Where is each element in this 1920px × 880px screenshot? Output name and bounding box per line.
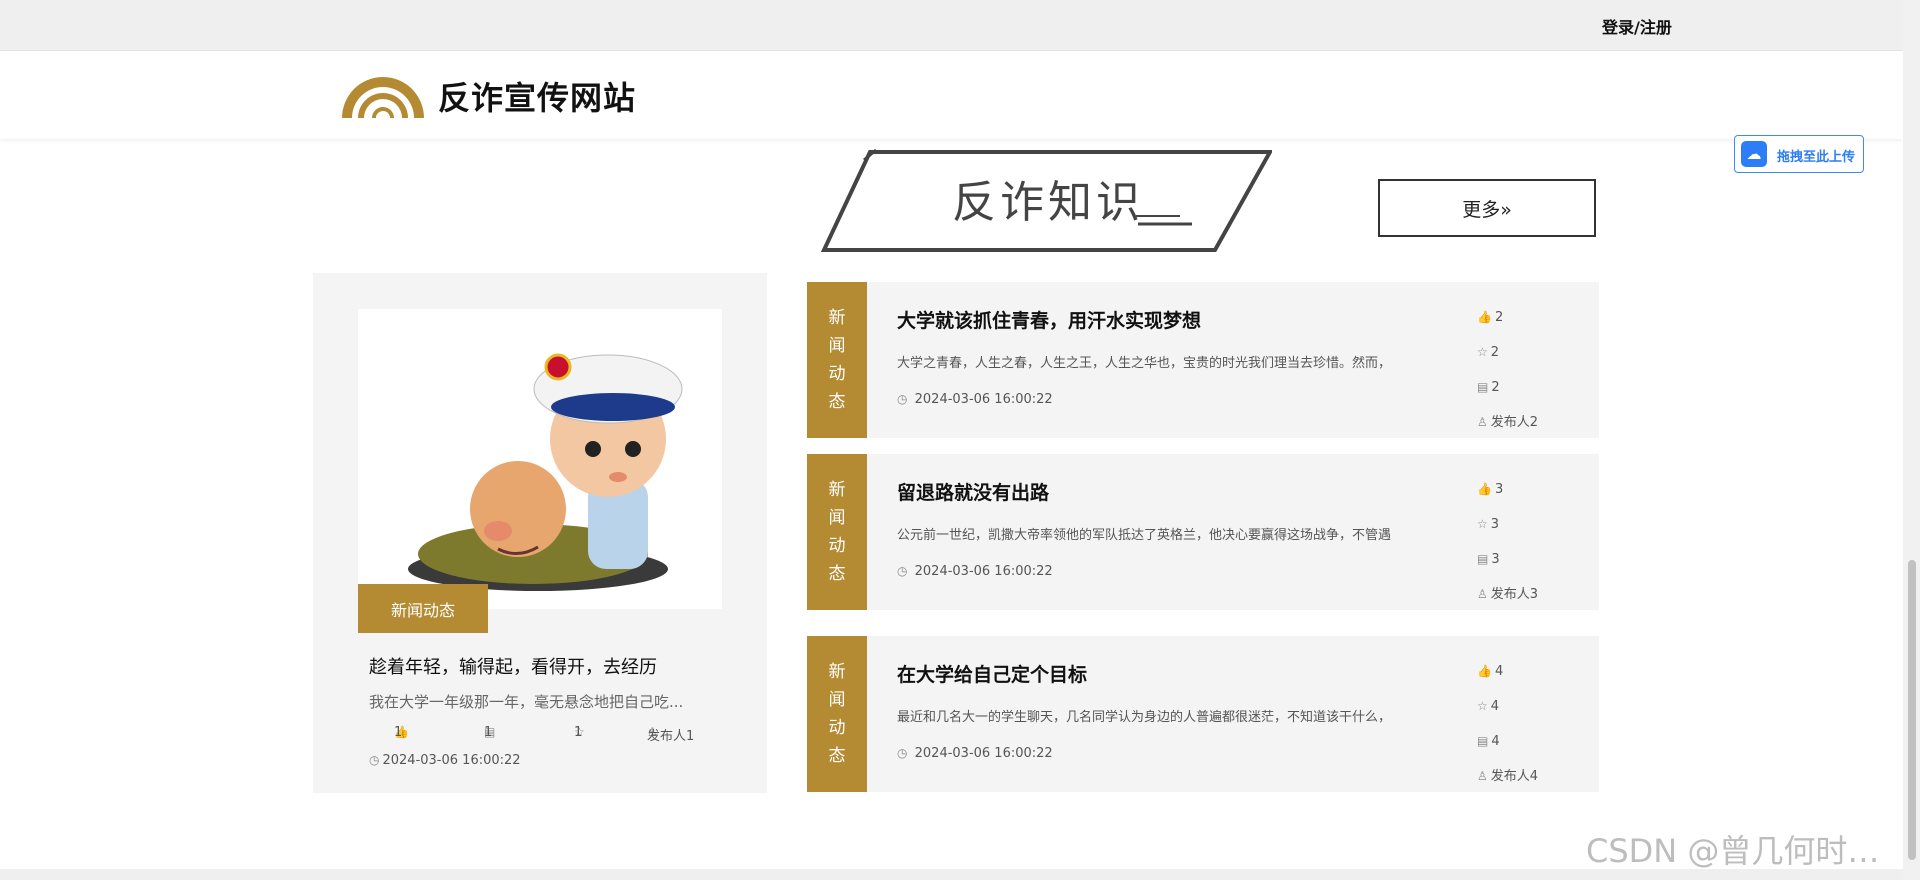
drag-upload-button[interactable]: ☁ 拖拽至此上传 [1734,135,1864,173]
article-card[interactable]: 新 闻 动 态 在大学给自己定个目标 最近和几名大一的学生聊天，几名同学认为身边… [807,636,1599,792]
article-comments: ▤ 4 [1477,724,1538,759]
article-likes: 👍 4 [1477,654,1538,689]
article-summary: 大学之青春，人生之春，人生之王，人生之华也，宝贵的时光我们理当去珍惜。然而， [897,356,1392,371]
site-logo-icon [342,77,424,118]
article-summary: 最近和几名大一的学生聊天，几名同学认为身边的人普遍都很迷茫，不知道该干什么， [897,710,1392,725]
article-stats: 👍 3 ☆ 3 ▤ 3 ♙ 发布人3 [1477,472,1538,612]
featured-article[interactable]: 新闻动态 趁着年轻，输得起，看得开，去经历 我在大学一年级那一年，毫无悬念地把自… [313,273,767,793]
article-likes: 👍 2 [1477,300,1538,335]
star-icon: ☆ [1477,517,1488,531]
thumbs-up-icon: 👍 [1477,310,1492,324]
featured-category-tag: 新闻动态 [358,584,488,633]
drag-upload-label: 拖拽至此上传 [1777,150,1856,165]
scrollbar-thumb[interactable] [1908,560,1916,860]
featured-image[interactable] [358,309,722,609]
featured-date: ◷ 2024-03-06 16:00:22 [369,753,521,768]
police-cartoon-icon [358,309,722,609]
article-favorites: ☆ 3 [1477,507,1538,542]
user-icon: ♙ [1477,415,1488,429]
csdn-watermark: CSDN @曾几何时… [1586,832,1880,870]
featured-title[interactable]: 趁着年轻，输得起，看得开，去经历 [369,653,657,679]
article-likes: 👍 3 [1477,472,1538,507]
site-title: 反诈宣传网站 [438,79,637,117]
article-publisher: ♙ 发布人3 [1477,577,1538,612]
clock-icon: ◷ [369,753,380,767]
article-date: ◷ 2024-03-06 16:00:22 [897,746,1053,761]
clock-icon: ◷ [897,392,908,406]
star-icon: ☆ [1477,699,1488,713]
article-title[interactable]: 大学就该抓住青春，用汗水实现梦想 [897,306,1201,333]
clock-icon: ◷ [897,564,908,578]
article-date: ◷ 2024-03-06 16:00:22 [897,564,1053,579]
article-favorites: ☆ 4 [1477,689,1538,724]
article-summary: 公元前一世纪，凯撒大帝率领他的军队抵达了英格兰，他决心要赢得这场战争，不管遇 [897,528,1392,543]
login-register-link[interactable]: 登录/注册 [1602,14,1672,38]
top-bar: 登录/注册 [0,0,1903,51]
user-icon: ♙ [1477,769,1488,783]
article-publisher: ♙ 发布人2 [1477,405,1538,440]
article-title[interactable]: 留退路就没有出路 [897,478,1049,505]
featured-summary: 我在大学一年级那一年，毫无悬念地把自己吃... [369,693,684,711]
article-favorites: ☆ 2 [1477,335,1538,370]
article-category-tag: 新 闻 动 态 [807,454,867,610]
article-card[interactable]: 新 闻 动 态 大学就该抓住青春，用汗水实现梦想 大学之青春，人生之春，人生之王… [807,282,1599,438]
section-title-banner: 反诈知识 [820,146,1274,256]
article-category-tag: 新 闻 动 态 [807,636,867,792]
thumbs-up-icon: 👍 [1477,482,1492,496]
comment-icon: ▤ [1477,734,1489,748]
star-icon: ☆ [1477,345,1488,359]
user-icon: ♙ [1477,587,1488,601]
article-title[interactable]: 在大学给自己定个目标 [897,660,1087,687]
article-category-tag: 新 闻 动 态 [807,282,867,438]
more-button[interactable]: 更多» [1378,179,1596,237]
page-scrollbar[interactable] [1903,0,1920,880]
article-stats: 👍 2 ☆ 2 ▤ 2 ♙ 发布人2 [1477,300,1538,440]
article-comments: ▤ 3 [1477,542,1538,577]
article-comments: ▤ 2 [1477,370,1538,405]
article-publisher: ♙ 发布人4 [1477,759,1538,794]
comment-icon: ▤ [1477,380,1489,394]
cloud-upload-icon: ☁ [1741,141,1767,167]
article-stats: 👍 4 ☆ 4 ▤ 4 ♙ 发布人4 [1477,654,1538,794]
section-title: 反诈知识 [952,177,1144,228]
clock-icon: ◷ [897,746,908,760]
thumbs-up-icon: 👍 [1477,664,1492,678]
site-header: 反诈宣传网站 [0,51,1903,139]
article-card[interactable]: 新 闻 动 态 留退路就没有出路 公元前一世纪，凯撒大帝率领他的军队抵达了英格兰… [807,454,1599,610]
comment-icon: ▤ [1477,552,1489,566]
article-date: ◷ 2024-03-06 16:00:22 [897,392,1053,407]
